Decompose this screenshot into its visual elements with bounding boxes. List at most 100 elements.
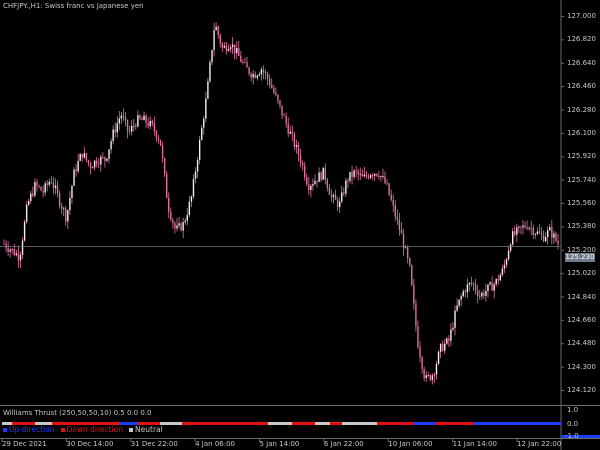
candle-body (299, 155, 302, 163)
price-tick-label: 125.380 (567, 222, 596, 231)
candle-body (472, 283, 475, 285)
candle-body (411, 265, 413, 286)
candle-body (201, 127, 203, 140)
candle-body (143, 115, 145, 121)
candle-body (260, 69, 263, 75)
candle-body (396, 216, 399, 220)
candle-body (69, 197, 71, 211)
candle-body (314, 180, 316, 185)
candle-body (95, 160, 98, 165)
candle-body (170, 211, 172, 220)
candle-body (551, 227, 553, 238)
candle-body (211, 50, 213, 63)
thrust-segment (211, 422, 231, 425)
price-tick-label: 125.560 (567, 199, 596, 207)
candle-body (242, 62, 244, 63)
candle-body (196, 160, 199, 172)
candle-body (540, 233, 543, 236)
chart-window[interactable]: CHFJPY.,H1: Swiss franc vs Japanese yen … (0, 0, 600, 450)
candle-body (73, 169, 75, 186)
thrust-segment (190, 422, 211, 425)
candle-body (487, 284, 489, 292)
candle-body (297, 144, 300, 156)
candle-body (433, 374, 436, 376)
candle-body (126, 119, 129, 131)
candle-body (499, 274, 502, 281)
candle-body (163, 158, 166, 174)
candle-body (413, 285, 415, 304)
thrust-segment (280, 422, 292, 425)
candle-body (536, 231, 539, 234)
candle-body (456, 305, 458, 311)
candle-body (450, 329, 452, 341)
thrust-segment (182, 422, 190, 425)
candle-body (474, 284, 477, 291)
thrust-segment (330, 422, 336, 425)
candle-body (503, 264, 506, 269)
candle-body (198, 139, 201, 161)
candle-body (431, 375, 434, 380)
candle-body (402, 233, 405, 249)
candle-body (277, 94, 279, 101)
candle-body (149, 120, 151, 127)
candle-body (439, 343, 442, 352)
candle-body (32, 193, 34, 196)
price-tick-label: 124.840 (567, 292, 596, 301)
candle-body (252, 74, 254, 78)
price-tick-label: 125.200 (567, 245, 596, 254)
candle-body (91, 167, 94, 169)
candle-body (553, 233, 555, 238)
candle-body (376, 173, 378, 176)
candle-body (36, 182, 38, 186)
candle-body (205, 98, 207, 119)
legend-up-label: Up direction (9, 425, 55, 434)
price-tick-label: 124.120 (567, 386, 596, 394)
candle-body (268, 78, 271, 85)
candle-body (468, 282, 471, 285)
candle-body (98, 164, 100, 166)
candle-body (390, 194, 392, 201)
candle-body (448, 338, 450, 341)
candle-body (161, 145, 164, 159)
candle-body (194, 171, 197, 179)
candle-body (534, 233, 537, 235)
candle-body (238, 48, 240, 56)
candle-body (557, 240, 559, 245)
candle-body (159, 139, 162, 146)
candle-body (495, 278, 497, 285)
price-tick-label: 125.020 (567, 269, 596, 278)
candle-body (116, 123, 118, 133)
candle-body (425, 375, 427, 378)
candle-body (236, 48, 238, 54)
indicator-scale-bottom: -1.0 (565, 432, 579, 440)
candle-body (141, 118, 143, 121)
thrust-segment (413, 422, 436, 425)
candle-body (262, 69, 265, 73)
price-chart[interactable] (0, 0, 600, 450)
candle-body (157, 138, 160, 140)
candle-body (223, 45, 226, 48)
candle-body (417, 326, 419, 348)
candle-body (404, 247, 407, 249)
thrust-segment (436, 422, 444, 425)
candle-body (524, 225, 526, 228)
thrust-segment (271, 422, 280, 425)
candle-body (483, 292, 485, 296)
candle-body (40, 186, 42, 191)
candle-body (308, 184, 310, 191)
chart-title: CHFJPY.,H1: Swiss franc vs Japanese yen (3, 2, 144, 10)
candle-body (437, 351, 440, 365)
legend-up: Up direction (3, 425, 55, 434)
candle-body (256, 75, 259, 78)
candle-body (501, 268, 504, 275)
candle-body (180, 223, 182, 231)
candle-body (555, 233, 557, 241)
candle-body (190, 196, 193, 202)
candle-body (130, 126, 133, 132)
candle-body (336, 199, 339, 208)
candle-body (63, 208, 65, 210)
candle-body (25, 204, 28, 222)
candle-body (320, 172, 322, 180)
candle-body (178, 223, 180, 226)
candle-body (532, 227, 534, 235)
